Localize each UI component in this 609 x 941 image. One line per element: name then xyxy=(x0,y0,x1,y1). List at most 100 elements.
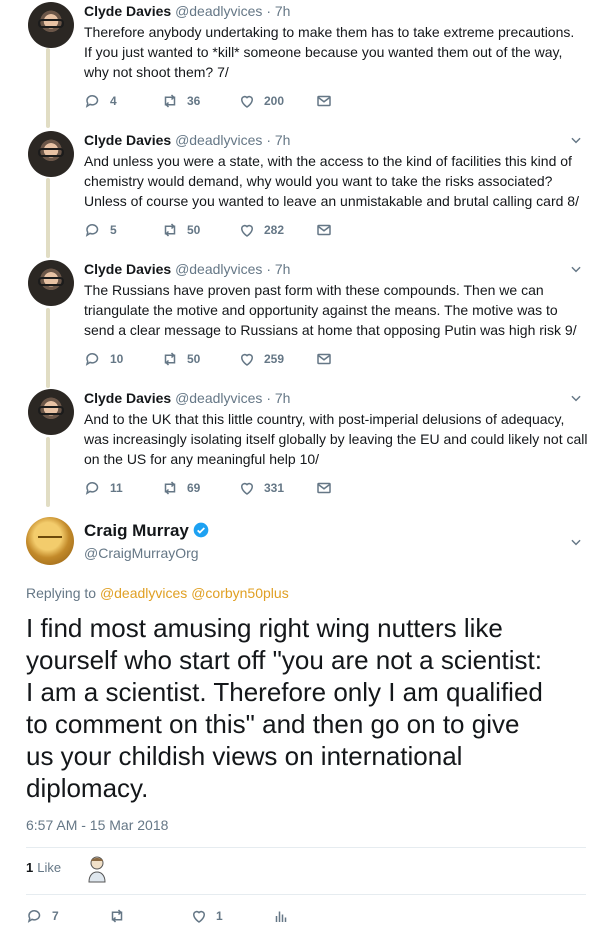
retweet-button[interactable]: 50 xyxy=(161,221,238,239)
retweet-count: 69 xyxy=(187,481,201,495)
tweet-text-line: chemistry would demand, why would you wa… xyxy=(84,173,553,189)
chevron-down-icon[interactable] xyxy=(569,391,583,405)
author-name[interactable]: Clyde Davies xyxy=(84,390,171,406)
avatar[interactable] xyxy=(26,517,74,565)
reply-icon xyxy=(85,482,99,495)
author-name[interactable]: Clyde Davies xyxy=(84,132,171,148)
reply-icon xyxy=(85,224,99,237)
tweet-text-line: us your childish views on international xyxy=(26,741,463,771)
avatar[interactable] xyxy=(28,2,74,48)
retweet-icon xyxy=(164,481,176,495)
mail-icon xyxy=(317,353,331,365)
reply-icon xyxy=(85,353,99,366)
direct-message-button[interactable] xyxy=(315,479,392,497)
mention-link[interactable]: @corbyn50plus xyxy=(191,585,289,601)
retweet-button[interactable]: 36 xyxy=(161,92,238,110)
tweet-text-line: If you just wanted to *kill* someone bec… xyxy=(84,44,563,60)
like-total: 1 xyxy=(26,860,34,875)
author-name[interactable]: Craig Murray xyxy=(84,521,209,541)
tweet-text-line: to comment on this" and then go on to gi… xyxy=(26,709,520,739)
like-button[interactable]: 282 xyxy=(238,221,315,239)
author-name-text[interactable]: Craig Murray xyxy=(84,521,189,540)
retweet-count: 50 xyxy=(187,223,201,237)
like-label: Like xyxy=(37,860,62,875)
like-button[interactable]: 259 xyxy=(238,350,315,368)
direct-message-button[interactable] xyxy=(315,350,392,368)
thread-tweet[interactable]: Clyde Davies @deadlyvices · 7h Therefore… xyxy=(0,2,609,131)
tweet-text-line: yourself who start off "you are not a sc… xyxy=(26,645,543,675)
tweet-text: Therefore anybody undertaking to make th… xyxy=(84,22,594,82)
tweet-actions: 11 69 331 xyxy=(84,479,392,497)
like-count: 282 xyxy=(264,223,285,237)
retweet-count: 36 xyxy=(187,94,201,108)
tweet-header: Clyde Davies @deadlyvices · 7h xyxy=(84,2,290,20)
thread-tweet[interactable]: Clyde Davies @deadlyvices · 7h And to th… xyxy=(0,389,609,518)
like-button[interactable]: 331 xyxy=(238,479,315,497)
reply-button[interactable]: 5 xyxy=(84,221,161,239)
like-count: 331 xyxy=(264,481,285,495)
thread-tweet[interactable]: Clyde Davies @deadlyvices · 7h The Russi… xyxy=(0,260,609,389)
author-handle[interactable]: @deadlyvices · 7h xyxy=(175,3,290,19)
reply-count: 11 xyxy=(110,481,123,495)
reply-count: 5 xyxy=(110,223,117,237)
analytics-button[interactable] xyxy=(272,907,354,925)
retweet-button[interactable]: 50 xyxy=(161,350,238,368)
author-handle[interactable]: @deadlyvices · 7h xyxy=(175,390,290,406)
like-button[interactable]: 1 xyxy=(190,907,272,925)
tweet-text-line: Unless of course you wanted to leave an … xyxy=(84,193,579,209)
retweet-button[interactable]: 69 xyxy=(161,479,238,497)
likes-summary[interactable]: 1 Like xyxy=(26,860,61,875)
avatar[interactable] xyxy=(28,260,74,306)
divider xyxy=(26,894,586,895)
chevron-down-icon[interactable] xyxy=(569,535,583,549)
tweet-header: Clyde Davies @deadlyvices · 7h xyxy=(84,260,290,278)
reply-button[interactable]: 10 xyxy=(84,350,161,368)
tweet-actions: 4 36 200 xyxy=(84,92,392,110)
author-name[interactable]: Clyde Davies xyxy=(84,261,171,277)
mention-link[interactable]: @deadlyvices xyxy=(100,585,187,601)
reply-button[interactable]: 4 xyxy=(84,92,161,110)
analytics-icon xyxy=(275,911,287,922)
reply-icon xyxy=(27,910,41,923)
replying-to: Replying to @deadlyvices @corbyn50plus xyxy=(26,585,289,601)
author-handle[interactable]: @CraigMurrayOrg xyxy=(84,545,199,561)
tweet-text-line: why not shoot them? 7/ xyxy=(84,64,229,80)
direct-message-button[interactable] xyxy=(315,221,392,239)
tweet-timestamp[interactable]: 6:57 AM - 15 Mar 2018 xyxy=(26,817,168,833)
chevron-down-icon[interactable] xyxy=(569,262,583,276)
retweet-icon xyxy=(164,223,176,237)
avatar[interactable] xyxy=(28,389,74,435)
tweet-text-line: diplomacy. xyxy=(26,773,149,803)
tweet-text-line: The Russians have proven past form with … xyxy=(84,282,544,298)
reply-count: 10 xyxy=(110,352,124,366)
mail-icon xyxy=(317,224,331,236)
direct-message-button[interactable] xyxy=(315,92,392,110)
liker-avatar[interactable] xyxy=(86,855,108,883)
verified-badge-icon xyxy=(193,522,209,538)
tweet-text: And unless you were a state, with the ac… xyxy=(84,151,594,211)
tweet-text-line: And unless you were a state, with the ac… xyxy=(84,153,572,169)
like-button[interactable]: 200 xyxy=(238,92,315,110)
reply-button[interactable]: 11 xyxy=(84,479,161,497)
tweet-header: Clyde Davies @deadlyvices · 7h xyxy=(84,131,290,149)
like-count: 200 xyxy=(264,94,285,108)
tweet-actions: 10 50 259 xyxy=(84,350,392,368)
retweet-icon xyxy=(111,909,123,923)
like-count: 1 xyxy=(216,909,223,923)
tweet-text-line: on the US for any meaningful help 10/ xyxy=(84,451,320,467)
reply-count: 7 xyxy=(52,909,59,923)
chevron-down-icon[interactable] xyxy=(569,133,583,147)
retweet-count: 50 xyxy=(187,352,201,366)
reply-count: 4 xyxy=(110,94,117,108)
retweet-button[interactable] xyxy=(108,907,190,925)
author-handle[interactable]: @deadlyvices · 7h xyxy=(175,132,290,148)
tweet-text-line: I find most amusing right wing nutters l… xyxy=(26,613,503,643)
tweet-header: Clyde Davies @deadlyvices · 7h xyxy=(84,389,290,407)
tweet-text: And to the UK that this little country, … xyxy=(84,409,594,469)
reply-button[interactable]: 7 xyxy=(26,907,108,925)
avatar[interactable] xyxy=(28,131,74,177)
heart-icon xyxy=(240,482,254,495)
thread-tweet[interactable]: Clyde Davies @deadlyvices · 7h And unles… xyxy=(0,131,609,260)
author-name[interactable]: Clyde Davies xyxy=(84,3,171,19)
author-handle[interactable]: @deadlyvices · 7h xyxy=(175,261,290,277)
